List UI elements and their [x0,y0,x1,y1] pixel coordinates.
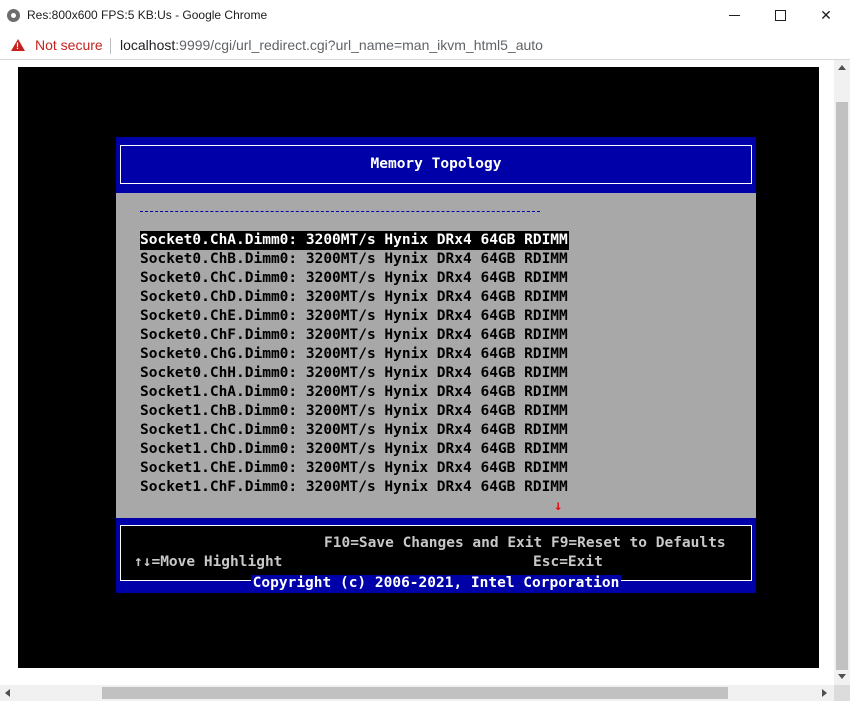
dimm-list-item[interactable]: Socket1.ChB.Dimm0: 3200MT/s Hynix DRx4 6… [140,402,569,421]
scroll-right-arrow-icon[interactable] [822,689,827,697]
dimm-label: Socket0.ChB.Dimm0: 3200MT/s Hynix DRx4 6… [140,251,568,267]
dimm-list-item[interactable]: Socket0.ChB.Dimm0: 3200MT/s Hynix DRx4 6… [140,250,569,269]
kvm-console-screen[interactable]: Memory Topology Socket0.ChA.Dimm0: 3200M… [18,67,819,668]
close-button[interactable]: ✕ [803,0,849,31]
scrollbar-corner [834,685,850,701]
dimm-label: Socket0.ChH.Dimm0: 3200MT/s Hynix DRx4 6… [140,365,568,381]
dimm-label: Socket0.ChE.Dimm0: 3200MT/s Hynix DRx4 6… [140,308,568,324]
close-icon: ✕ [820,7,832,23]
bios-main-panel: Socket0.ChA.Dimm0: 3200MT/s Hynix DRx4 6… [116,193,756,518]
dimm-label: Socket1.ChA.Dimm0: 3200MT/s Hynix DRx4 6… [140,384,568,400]
dimm-list-item[interactable]: Socket1.ChE.Dimm0: 3200MT/s Hynix DRx4 6… [140,459,569,478]
window-titlebar: Res:800x600 FPS:5 KB:Us - Google Chrome … [0,0,850,31]
dimm-label: Socket0.ChG.Dimm0: 3200MT/s Hynix DRx4 6… [140,346,568,362]
horizontal-scroll-thumb[interactable] [102,687,728,699]
dimm-list-item[interactable]: Socket1.ChA.Dimm0: 3200MT/s Hynix DRx4 6… [140,383,569,402]
bios-footer: F10=Save Changes and Exit F9=Reset to De… [116,518,756,593]
vertical-scroll-thumb[interactable] [836,102,848,670]
page-content: Memory Topology Socket0.ChA.Dimm0: 3200M… [0,60,834,685]
dimm-label: Socket1.ChF.Dimm0: 3200MT/s Hynix DRx4 6… [140,479,568,495]
dimm-label: Socket0.ChF.Dimm0: 3200MT/s Hynix DRx4 6… [140,327,568,343]
dimm-label: Socket0.ChC.Dimm0: 3200MT/s Hynix DRx4 6… [140,270,568,286]
scroll-left-arrow-icon[interactable] [5,689,10,697]
scroll-down-indicator-icon: ↓ [554,498,563,514]
dimm-list-item[interactable]: Socket0.ChH.Dimm0: 3200MT/s Hynix DRx4 6… [140,364,569,383]
help-save-reset: F10=Save Changes and Exit F9=Reset to De… [324,535,726,551]
copyright-text: Copyright (c) 2006-2021, Intel Corporati… [250,575,622,591]
dimm-list-item[interactable]: Socket0.ChC.Dimm0: 3200MT/s Hynix DRx4 6… [140,269,569,288]
window-title: Res:800x600 FPS:5 KB:Us - Google Chrome [27,8,268,22]
bios-page-title: Memory Topology [370,156,502,172]
scroll-up-arrow-icon[interactable] [838,65,846,70]
warning-icon[interactable]: ! [11,39,25,51]
dimm-list-item[interactable]: Socket1.ChD.Dimm0: 3200MT/s Hynix DRx4 6… [140,440,569,459]
url-path: :9999/cgi/url_redirect.cgi?url_name=man_… [175,37,543,53]
bios-header: Memory Topology [116,137,756,193]
dimm-label: Socket0.ChD.Dimm0: 3200MT/s Hynix DRx4 6… [140,289,568,305]
dimm-label: Socket1.ChC.Dimm0: 3200MT/s Hynix DRx4 6… [140,422,568,438]
security-label[interactable]: Not secure [35,37,103,53]
dimm-list: Socket0.ChA.Dimm0: 3200MT/s Hynix DRx4 6… [140,231,569,497]
copyright-line: Copyright (c) 2006-2021, Intel Corporati… [116,575,756,591]
help-move-highlight: ↑↓=Move Highlight [134,554,283,570]
address-bar: ! Not secure localhost:9999/cgi/url_redi… [0,31,850,60]
dimm-label-highlighted: Socket0.ChA.Dimm0: 3200MT/s Hynix DRx4 6… [140,231,569,250]
horizontal-scrollbar[interactable] [0,685,834,701]
bios-dashed-divider [140,211,540,212]
dimm-label: Socket1.ChB.Dimm0: 3200MT/s Hynix DRx4 6… [140,403,568,419]
dimm-list-item[interactable]: Socket0.ChF.Dimm0: 3200MT/s Hynix DRx4 6… [140,326,569,345]
dimm-list-item[interactable]: Socket1.ChF.Dimm0: 3200MT/s Hynix DRx4 6… [140,478,569,497]
dimm-label: Socket1.ChD.Dimm0: 3200MT/s Hynix DRx4 6… [140,441,568,457]
minimize-button[interactable] [711,0,757,31]
help-exit: Esc=Exit [533,554,603,570]
vertical-scrollbar[interactable] [834,60,850,685]
dimm-list-item[interactable]: Socket1.ChC.Dimm0: 3200MT/s Hynix DRx4 6… [140,421,569,440]
help-box: F10=Save Changes and Exit F9=Reset to De… [120,525,752,581]
dimm-label: Socket1.ChE.Dimm0: 3200MT/s Hynix DRx4 6… [140,460,568,476]
address-separator [110,38,111,54]
dimm-list-item[interactable]: Socket0.ChG.Dimm0: 3200MT/s Hynix DRx4 6… [140,345,569,364]
url-host: localhost [120,37,176,53]
dimm-list-item[interactable]: Socket0.ChD.Dimm0: 3200MT/s Hynix DRx4 6… [140,288,569,307]
dimm-list-item[interactable]: Socket0.ChA.Dimm0: 3200MT/s Hynix DRx4 6… [140,231,569,250]
bios-setup-window: Memory Topology Socket0.ChA.Dimm0: 3200M… [116,137,756,593]
dimm-list-item[interactable]: Socket0.ChE.Dimm0: 3200MT/s Hynix DRx4 6… [140,307,569,326]
chrome-app-icon [7,9,20,22]
bios-title-box: Memory Topology [120,145,752,184]
maximize-icon [774,10,786,21]
scroll-down-arrow-icon[interactable] [838,674,846,679]
maximize-button[interactable] [757,0,803,31]
minimize-icon [728,15,740,16]
url-field[interactable]: localhost:9999/cgi/url_redirect.cgi?url_… [120,37,543,53]
